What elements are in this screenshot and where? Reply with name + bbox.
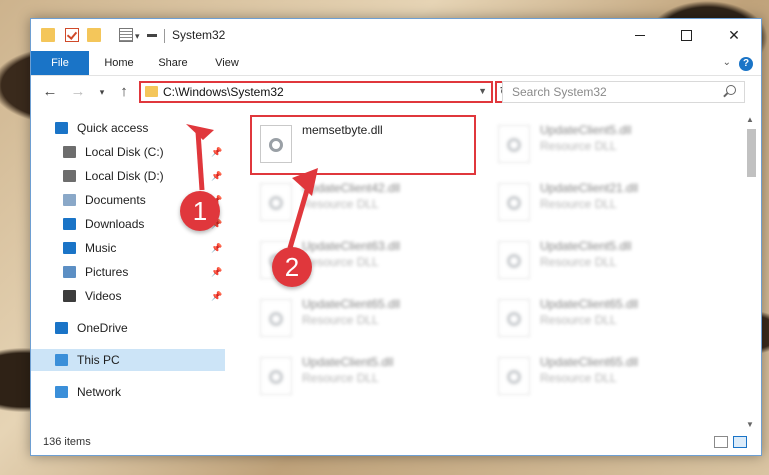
step-1-badge: 1 bbox=[180, 191, 220, 231]
step-2-badge: 2 bbox=[272, 247, 312, 287]
arrow-1-shaft bbox=[195, 131, 205, 191]
annotation-arrows bbox=[186, 124, 318, 249]
arrow-2-shaft bbox=[287, 179, 313, 249]
